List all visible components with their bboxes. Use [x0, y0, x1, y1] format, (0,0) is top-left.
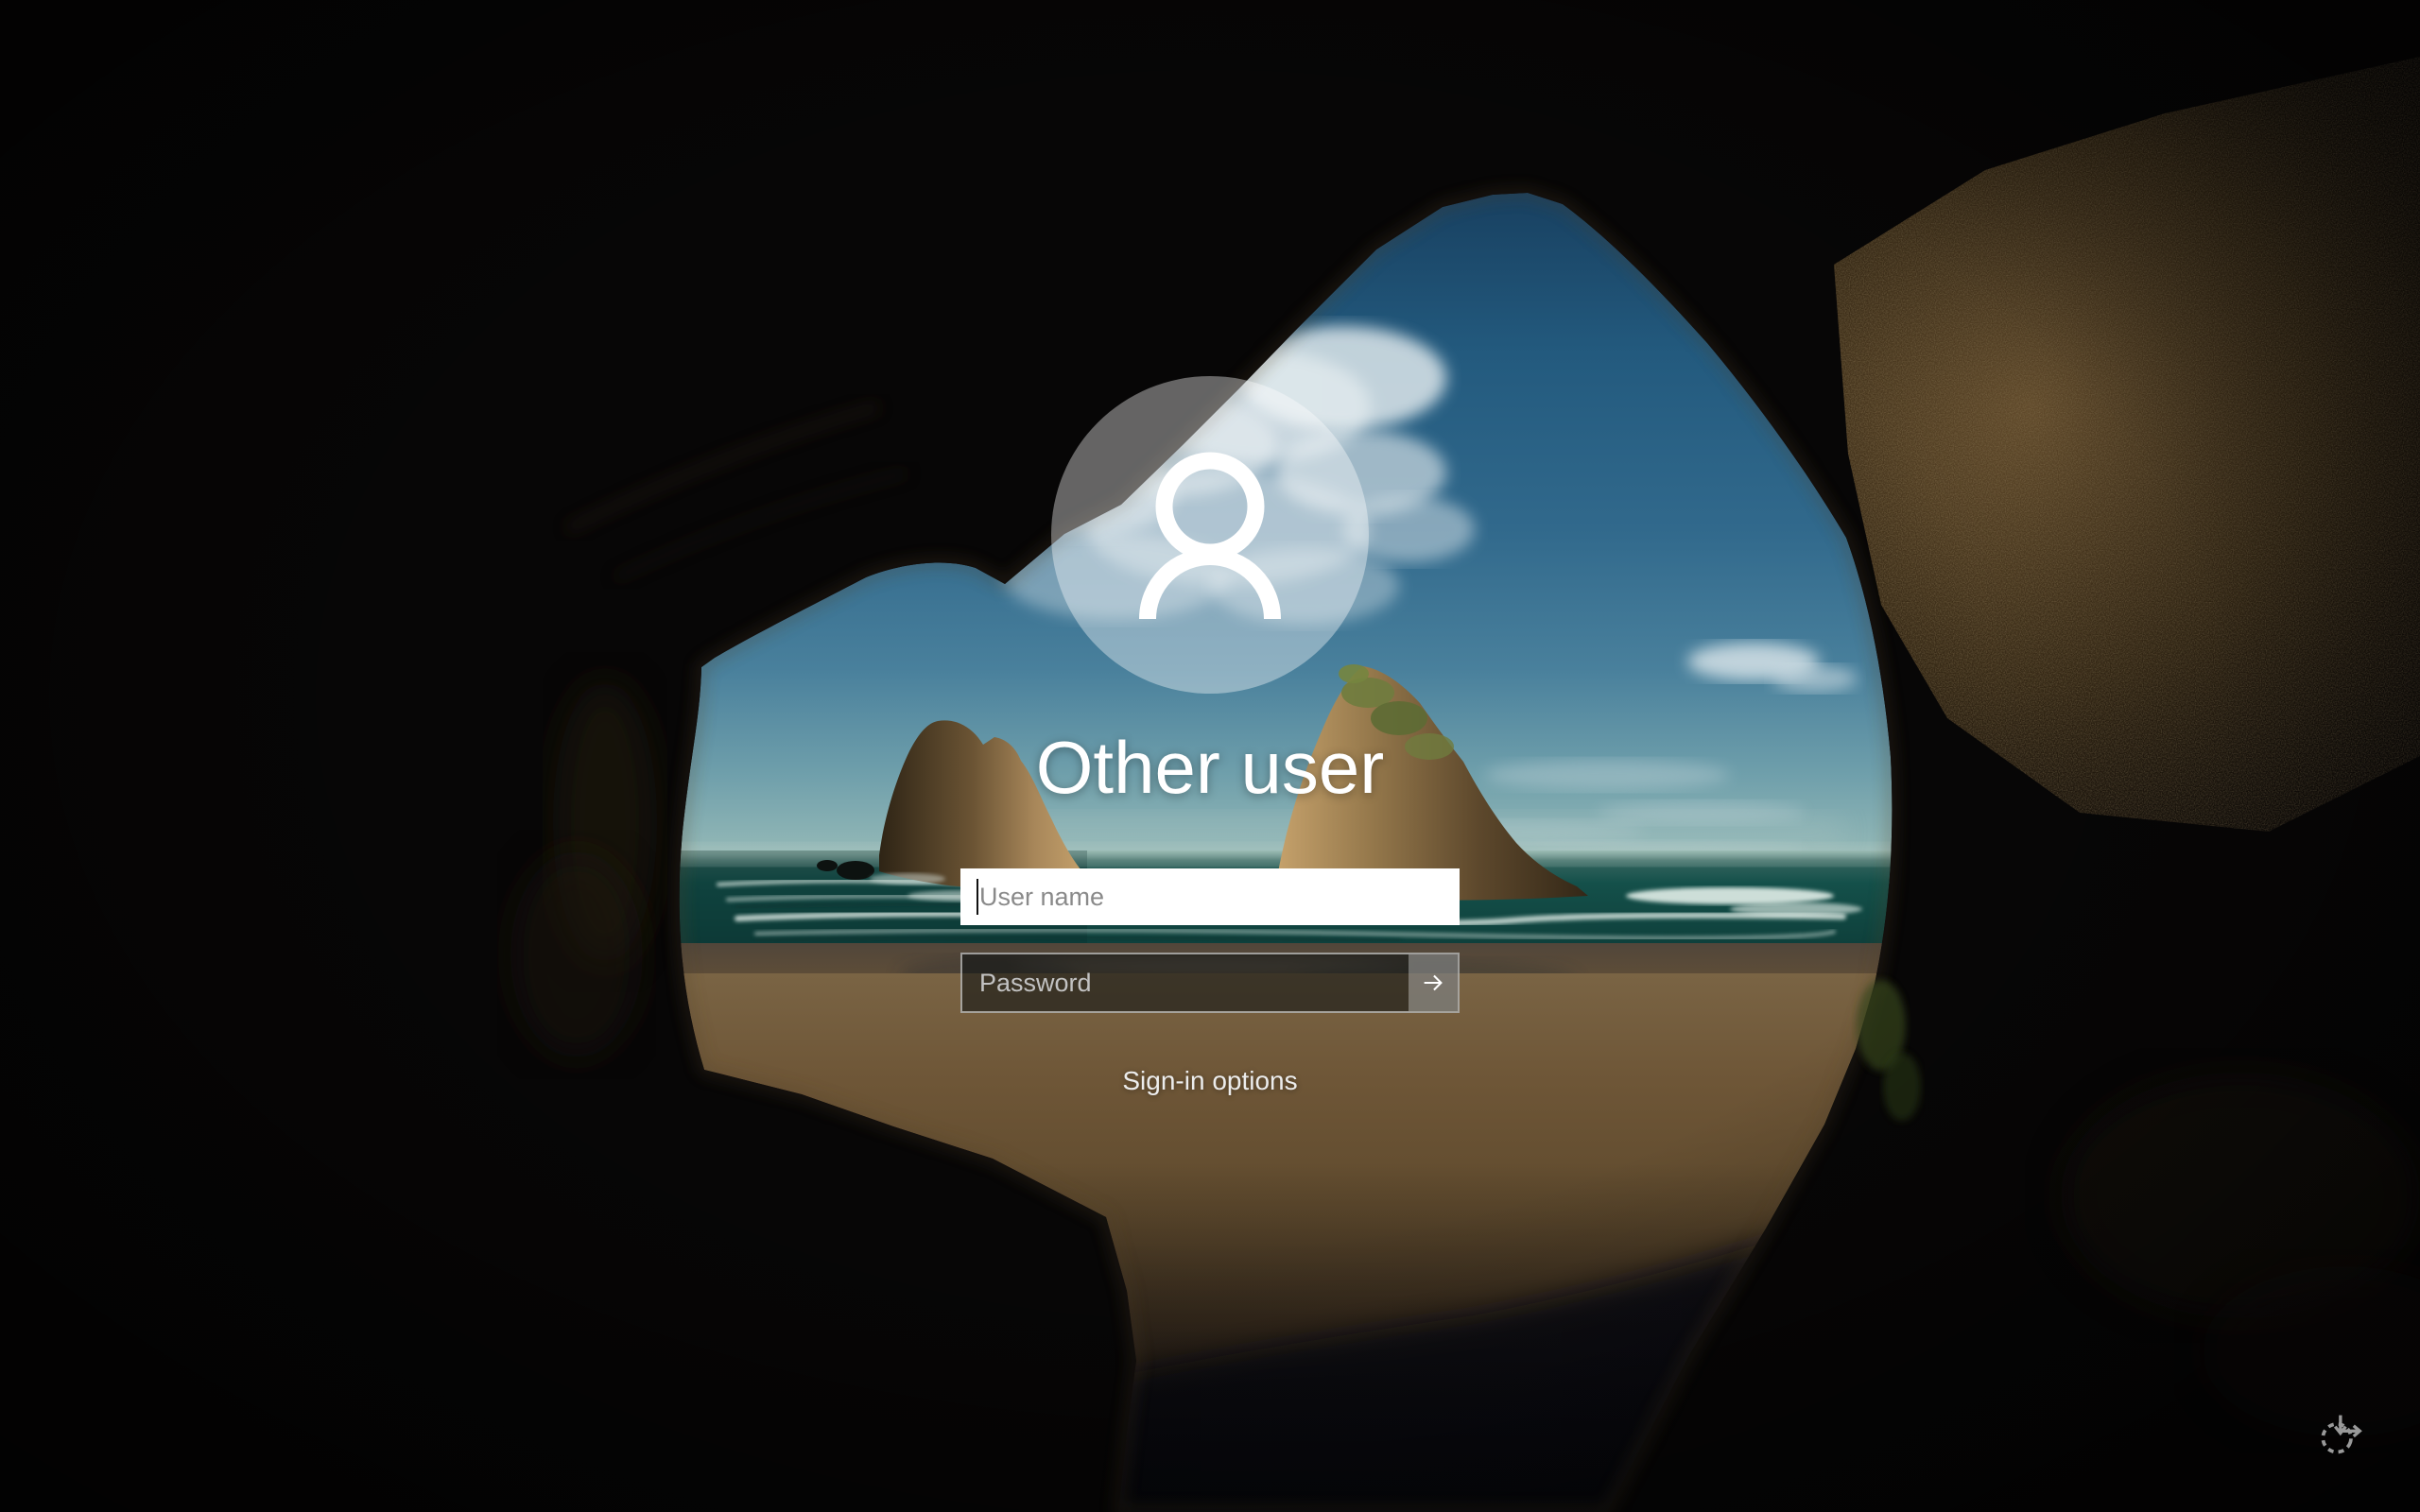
text-caret: [977, 879, 978, 915]
ease-of-access-button[interactable]: [2310, 1407, 2367, 1462]
user-avatar: [1051, 376, 1369, 694]
windows-signin-screen: Other user Sign-in options: [0, 0, 2420, 1512]
user-display-name: Other user: [1036, 728, 1384, 809]
arrow-right-icon: [1419, 969, 1447, 997]
submit-button[interactable]: [1409, 954, 1458, 1011]
username-input[interactable]: [960, 868, 1460, 925]
password-field[interactable]: [960, 953, 1460, 1013]
username-field[interactable]: [960, 868, 1460, 925]
person-icon: [1051, 376, 1369, 694]
signin-options-link[interactable]: Sign-in options: [1116, 1065, 1303, 1097]
ease-of-access-icon: [2313, 1410, 2364, 1459]
password-input[interactable]: [960, 953, 1460, 1013]
